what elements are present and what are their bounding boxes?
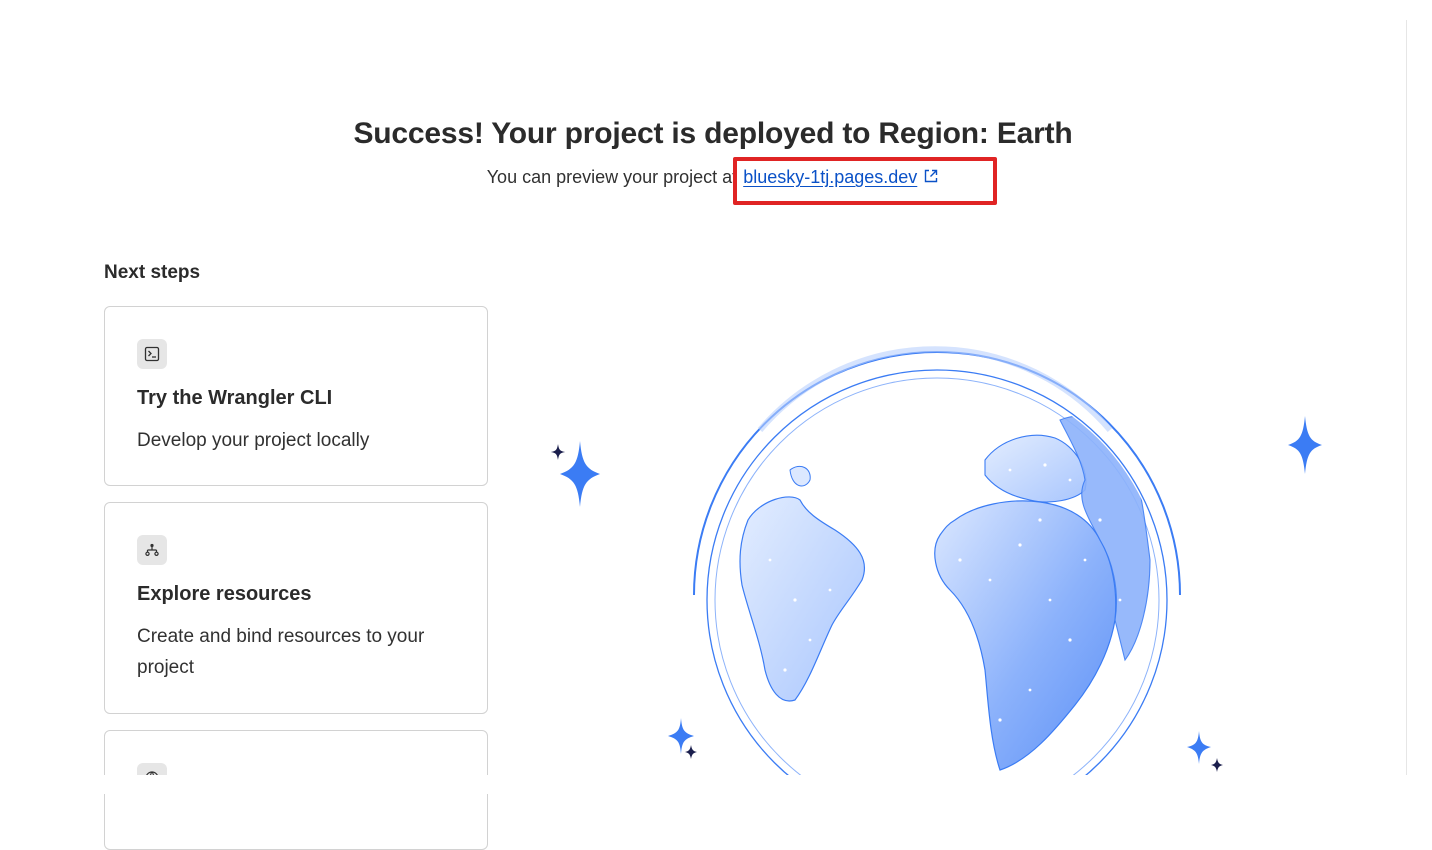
- card-title: Explore resources: [137, 583, 312, 605]
- card-explore-resources[interactable]: Explore resources Create and bind resour…: [104, 502, 488, 714]
- continents: [739, 415, 1151, 771]
- preview-line: You can preview your project at bluesky-…: [0, 164, 1426, 190]
- card-title: Try the Wrangler CLI: [137, 387, 333, 409]
- earth-illustration: [551, 346, 1322, 780]
- viewport-bottom-edge: [0, 775, 1432, 794]
- preview-link-text[interactable]: bluesky-1tj.pages.dev: [743, 167, 917, 187]
- card-wrangler-cli[interactable]: Try the Wrangler CLI Develop your projec…: [104, 306, 488, 486]
- next-steps-heading: Next steps: [104, 262, 201, 283]
- page-title: Success! Your project is deployed to Reg…: [353, 117, 1073, 150]
- preview-prefix-text: You can preview your project at: [486, 167, 738, 187]
- card-description: Create and bind resources to your projec…: [137, 626, 425, 678]
- card-description: Develop your project locally: [137, 430, 370, 451]
- sparkle-stars: [551, 416, 1322, 772]
- preview-link[interactable]: bluesky-1tj.pages.dev: [743, 164, 939, 190]
- external-link-icon[interactable]: [923, 168, 939, 184]
- success-header: Success! Your project is deployed to Reg…: [0, 112, 1426, 190]
- resources-tree-icon: [137, 535, 167, 565]
- terminal-icon: [137, 339, 167, 369]
